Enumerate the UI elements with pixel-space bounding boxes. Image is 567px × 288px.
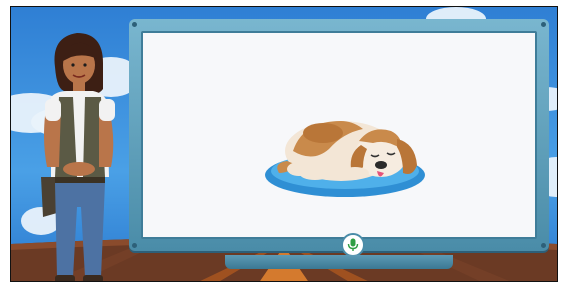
sleeping-dog-image: [265, 121, 425, 197]
board-surface: [141, 31, 537, 257]
microphone-button[interactable]: [341, 233, 365, 257]
stage-frame: [10, 6, 558, 282]
board-screw: [541, 22, 546, 27]
teacher-character: [41, 33, 115, 281]
microphone-icon: [347, 238, 359, 251]
presentation-board: [129, 19, 549, 269]
board-screw: [541, 243, 546, 248]
board-stand: [225, 255, 453, 269]
